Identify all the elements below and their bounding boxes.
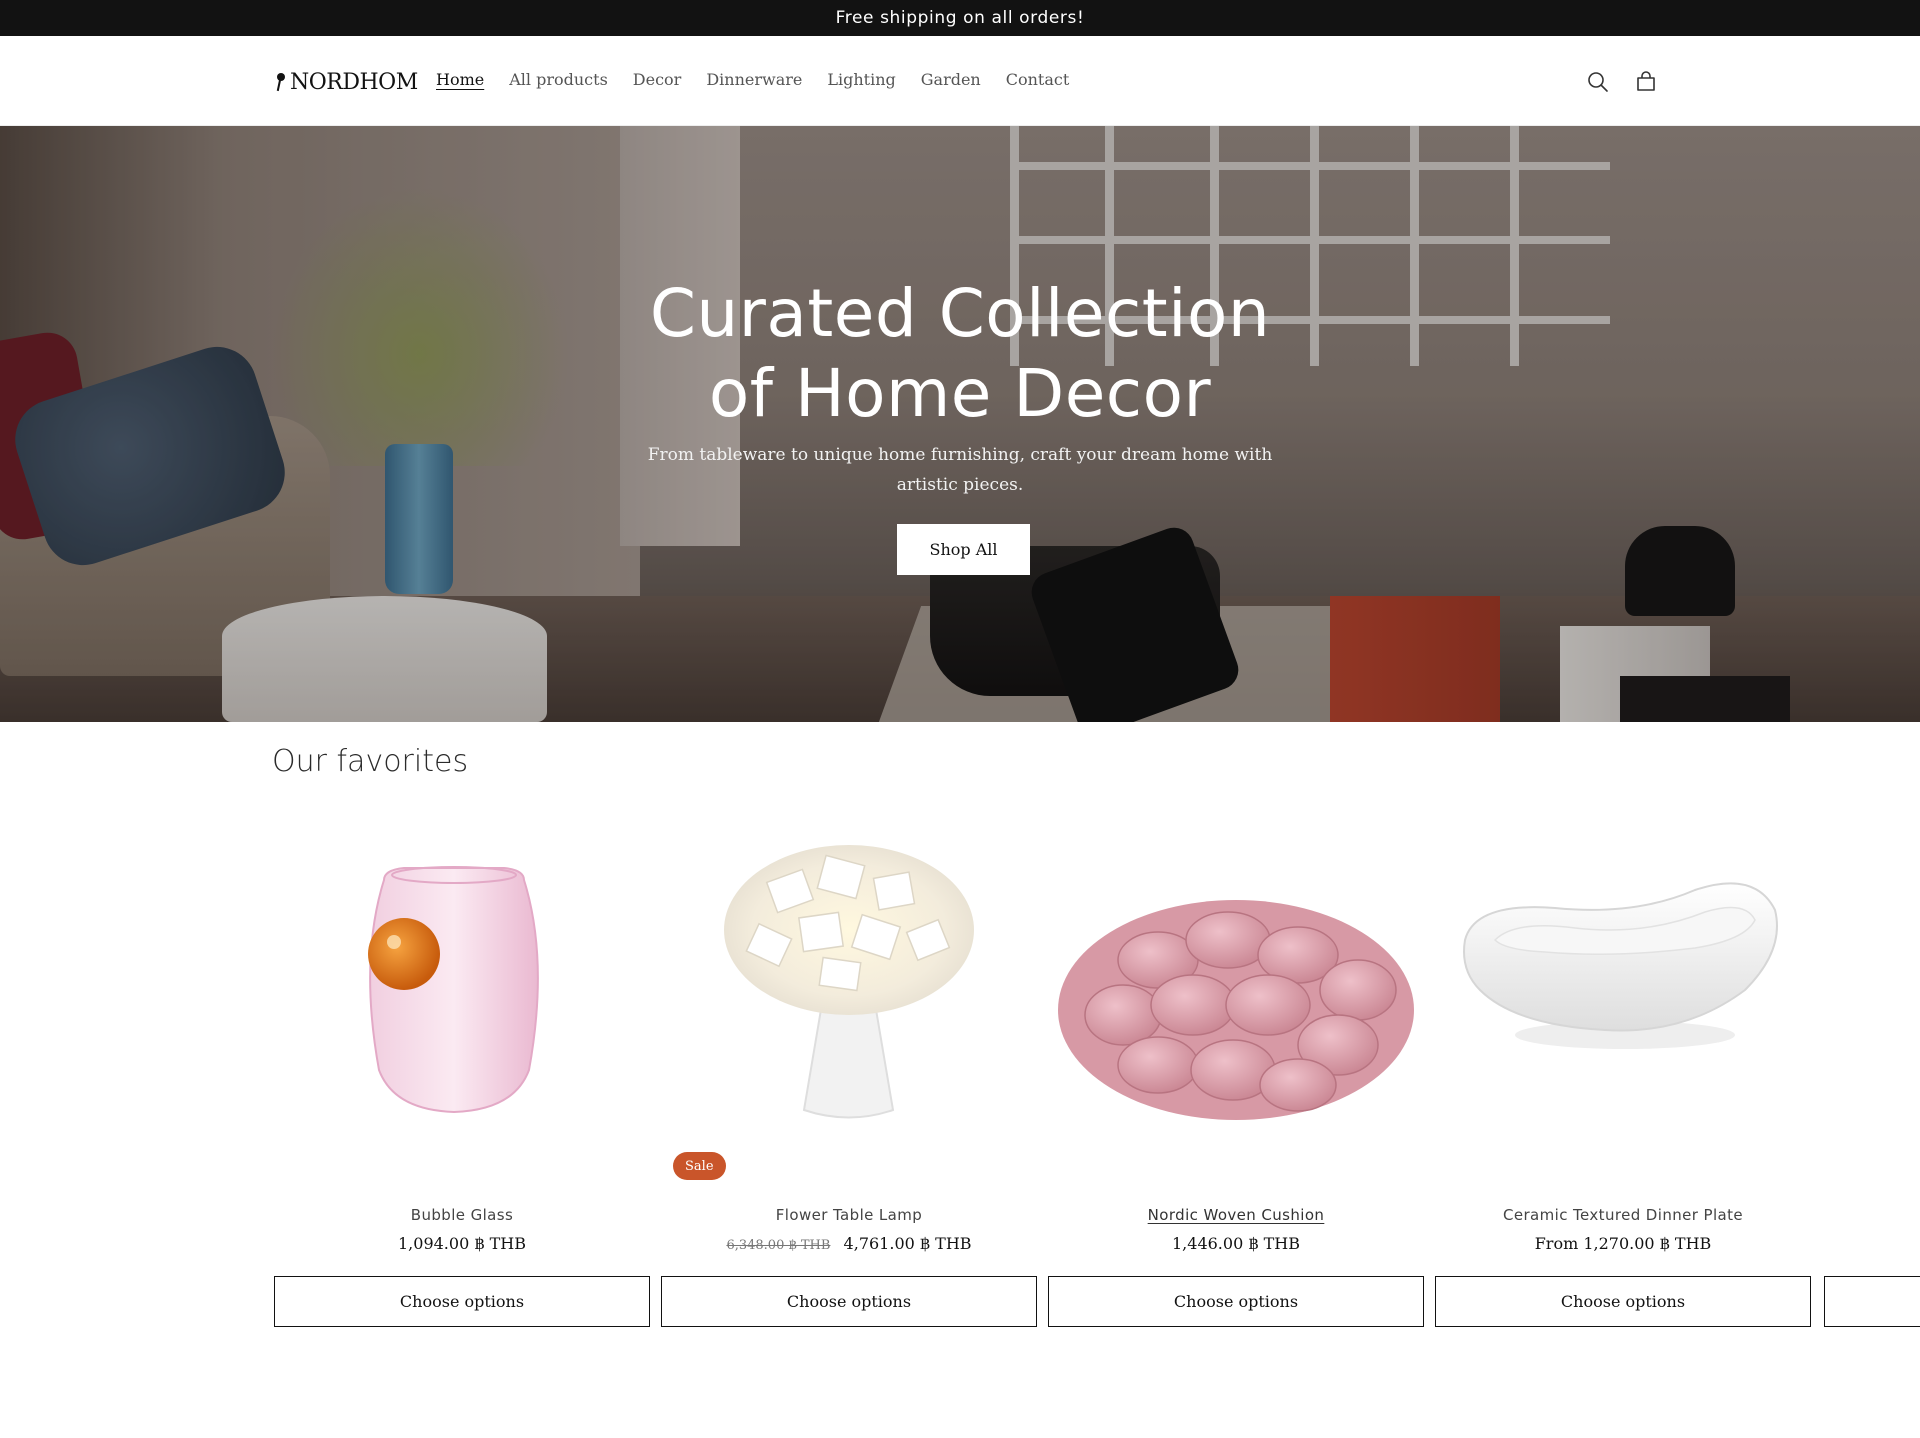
search-button[interactable] xyxy=(1582,66,1614,98)
price-compare-at: 6,348.00 ฿ THB xyxy=(726,1238,831,1253)
hero-subtitle: From tableware to unique home furnishing… xyxy=(647,445,1273,495)
price-value: 1,446.00 ฿ THB xyxy=(1172,1234,1300,1253)
product-price: From 1,270.00 ฿ THB xyxy=(1435,1234,1811,1253)
choose-options-button[interactable]: Choose options xyxy=(274,1276,650,1327)
product-name[interactable]: Bubble Glass xyxy=(274,1206,650,1224)
hero-title-line-2: of Home Decor xyxy=(708,355,1212,432)
product-card-bubble-glass: Bubble Glass 1,094.00 ฿ THB Choose optio… xyxy=(274,820,650,1327)
choose-options-button[interactable]: Choose options xyxy=(661,1276,1037,1327)
choose-options-button[interactable]: Choose options xyxy=(1435,1276,1811,1327)
shop-all-button[interactable]: Shop All xyxy=(897,524,1030,575)
hero-banner: Curated Collection of Home Decor From ta… xyxy=(0,126,1920,722)
site-header: NORDHOM Home All products Decor Dinnerwa… xyxy=(0,36,1920,126)
price-value: 4,761.00 ฿ THB xyxy=(843,1234,972,1253)
cart-button[interactable] xyxy=(1630,66,1662,98)
product-price: 6,348.00 ฿ THB 4,761.00 ฿ THB xyxy=(661,1234,1037,1253)
nav-dinnerware[interactable]: Dinnerware xyxy=(706,68,802,92)
nav-all-products[interactable]: All products xyxy=(509,68,608,92)
announcement-bar: Free shipping on all orders! xyxy=(0,0,1920,36)
nav-lighting[interactable]: Lighting xyxy=(827,68,895,92)
logo[interactable]: NORDHOM xyxy=(275,68,418,96)
product-card-flower-table-lamp: Sale Flower Table Lamp 6,348.00 ฿ THB 4,… xyxy=(661,820,1037,1327)
main-nav: Home All products Decor Dinnerware Light… xyxy=(436,68,1069,92)
cart-icon xyxy=(1637,71,1655,91)
price-value: 1,094.00 ฿ THB xyxy=(398,1234,526,1253)
hero-title-line-1: Curated Collection xyxy=(649,275,1271,352)
logo-text: NORDHOM xyxy=(290,69,418,95)
product-name[interactable]: Ceramic Textured Dinner Plate xyxy=(1435,1206,1811,1224)
search-icon xyxy=(1588,72,1608,92)
product-name[interactable]: Nordic Woven Cushion xyxy=(1048,1206,1424,1224)
nav-garden[interactable]: Garden xyxy=(921,68,981,92)
product-card-ceramic-dinner-plate: Ceramic Textured Dinner Plate From 1,270… xyxy=(1435,820,1811,1327)
logo-mark-icon xyxy=(275,72,287,92)
announcement-text: Free shipping on all orders! xyxy=(835,8,1085,28)
product-price: 1,446.00 ฿ THB xyxy=(1048,1234,1424,1253)
choose-options-button[interactable]: Choose options xyxy=(1048,1276,1424,1327)
price-value: From 1,270.00 ฿ THB xyxy=(1534,1234,1712,1253)
product-image-flower-table-lamp[interactable]: Sale xyxy=(661,820,1037,1180)
favorites-title: Our favorites xyxy=(272,744,469,779)
nav-contact[interactable]: Contact xyxy=(1006,68,1070,92)
product-card-nordic-woven-cushion: Nordic Woven Cushion 1,446.00 ฿ THB Choo… xyxy=(1048,820,1424,1327)
product-image-nordic-woven-cushion[interactable] xyxy=(1048,820,1424,1180)
sale-badge: Sale xyxy=(673,1152,726,1180)
product-name[interactable]: Flower Table Lamp xyxy=(661,1206,1037,1224)
product-image-ceramic-dinner-plate[interactable] xyxy=(1435,820,1811,1180)
product-price: 1,094.00 ฿ THB xyxy=(274,1234,650,1253)
hero-title: Curated Collection of Home Decor xyxy=(560,274,1360,434)
nav-decor[interactable]: Decor xyxy=(633,68,682,92)
next-card-button-partial[interactable] xyxy=(1824,1276,1920,1327)
product-image-bubble-glass[interactable] xyxy=(274,820,650,1180)
nav-home[interactable]: Home xyxy=(436,68,484,92)
